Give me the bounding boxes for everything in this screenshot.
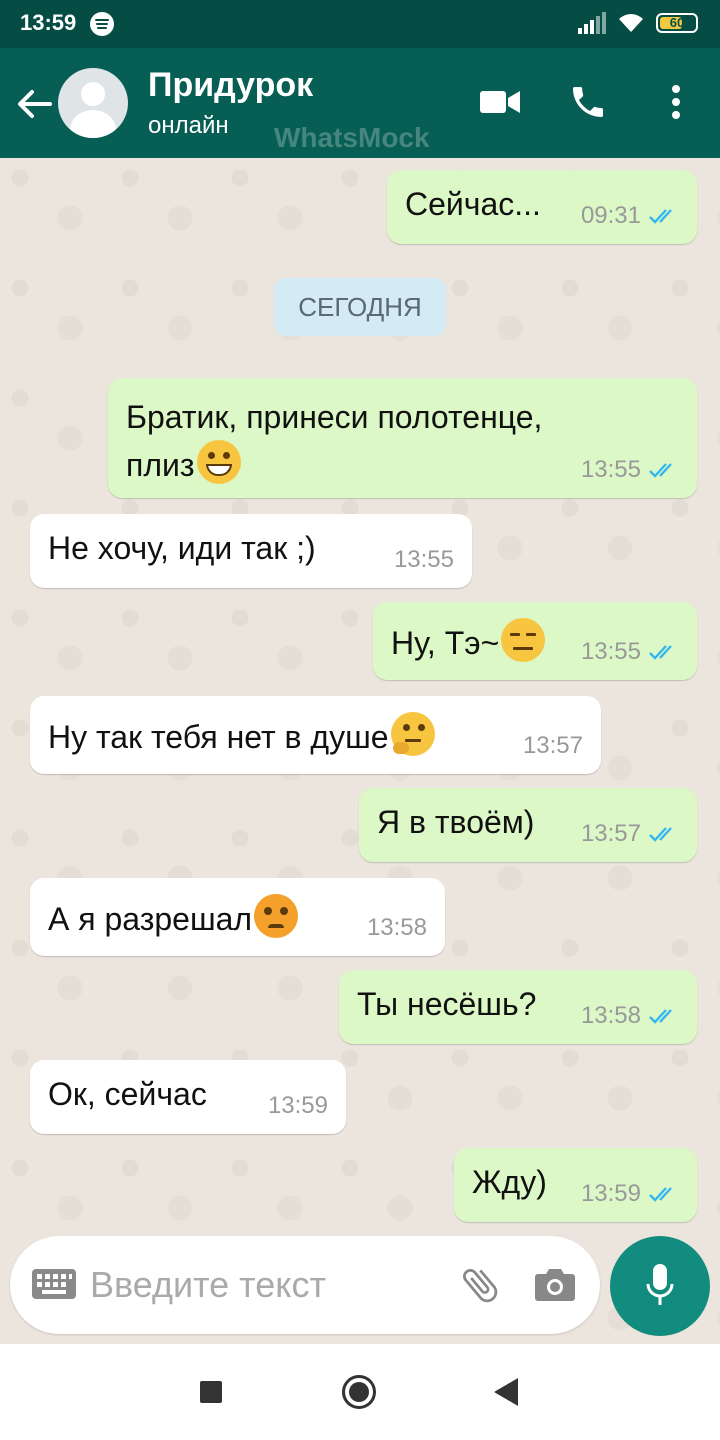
message-incoming[interactable]: Ок, сейчас 13:59 [30,1060,346,1134]
message-time: 13:57 [580,820,641,847]
home-icon[interactable] [342,1375,376,1409]
message-text: Сейчас... [405,186,541,222]
message-time: 13:59 [580,1180,641,1207]
contact-avatar[interactable] [58,68,128,138]
battery-icon: 60 [656,13,698,33]
grinning-face-icon [196,440,241,484]
message-text: Братик, принеси полотенце, [126,399,543,435]
camera-icon[interactable] [534,1266,576,1302]
message-incoming[interactable]: Ну так тебя нет в душе 13:57 [30,696,601,774]
message-text: Ок, сейчас [48,1076,207,1112]
message-text-line2: плиз [126,447,195,483]
phone-icon[interactable] [568,82,608,122]
thinking-face-icon [390,712,435,756]
video-call-icon[interactable] [480,88,520,116]
contact-name[interactable]: Придурок [148,66,313,105]
message-time: 13:55 [580,638,641,665]
message-time: 13:59 [267,1092,328,1119]
read-ticks-icon [649,463,672,478]
expressionless-face-icon [501,618,546,662]
battery-level: 60 [669,15,685,30]
back-arrow-icon[interactable] [16,88,52,120]
message-input[interactable]: Введите текст [90,1264,326,1306]
message-composer[interactable]: Введите текст [10,1236,600,1334]
status-time: 13:59 [20,10,77,35]
read-ticks-icon [649,1187,672,1202]
message-time: 13:55 [580,456,641,483]
system-nav-bar [0,1344,720,1440]
message-time: 13:58 [580,1002,641,1029]
message-outgoing[interactable]: Жду) 13:59 [454,1148,697,1222]
message-outgoing[interactable]: Я в твоём) 13:57 [359,788,697,862]
message-text: Я в твоём) [377,804,535,840]
message-text: А я разрешал [48,901,253,937]
read-ticks-icon [649,1009,672,1024]
status-bar: 13:59 60 [0,0,720,48]
message-incoming[interactable]: А я разрешал 13:58 [30,878,445,956]
read-ticks-icon [649,827,672,842]
message-outgoing[interactable]: Ну, Тэ~ 13:55 [373,602,697,680]
wifi-icon [619,14,643,32]
message-time: 13:57 [522,732,583,759]
recent-apps-icon[interactable] [200,1381,222,1403]
attach-icon[interactable] [458,1262,502,1308]
watermark: WhatsMock [274,122,430,153]
message-outgoing[interactable]: Сейчас... 09:31 [387,170,697,244]
read-ticks-icon [649,209,672,224]
signal-icon [578,12,606,34]
message-text: Не хочу, иди так ;) [48,530,316,566]
voice-record-button[interactable] [610,1236,710,1336]
message-outgoing[interactable]: Ты несёшь? 13:58 [339,970,697,1044]
presence-status: онлайн [148,112,229,139]
chat-header: Придурок онлайн WhatsMock [0,48,720,158]
chat-area[interactable]: Сейчас... 09:31 СЕГОДНЯ Братик, принеси … [0,158,720,1344]
back-nav-icon[interactable] [494,1378,520,1406]
message-text: Ты несёшь? [357,986,537,1022]
message-text: Ну так тебя нет в душе [48,719,389,755]
date-divider: СЕГОДНЯ [274,278,446,336]
read-ticks-icon [649,645,672,660]
keyboard-icon[interactable] [32,1269,76,1299]
more-options-icon[interactable] [670,84,682,120]
microphone-icon [646,1264,674,1305]
message-text: Жду) [472,1164,547,1200]
message-incoming[interactable]: Не хочу, иди так ;) 13:55 [30,514,472,588]
message-outgoing[interactable]: Братик, принеси полотенце, плиз 13:55 [108,378,697,498]
angry-face-icon [254,894,299,938]
spotify-icon [90,12,114,36]
message-time: 13:58 [366,914,427,941]
message-text: Ну, Тэ~ [391,625,500,661]
message-time: 09:31 [580,202,641,229]
message-time: 13:55 [393,546,454,573]
